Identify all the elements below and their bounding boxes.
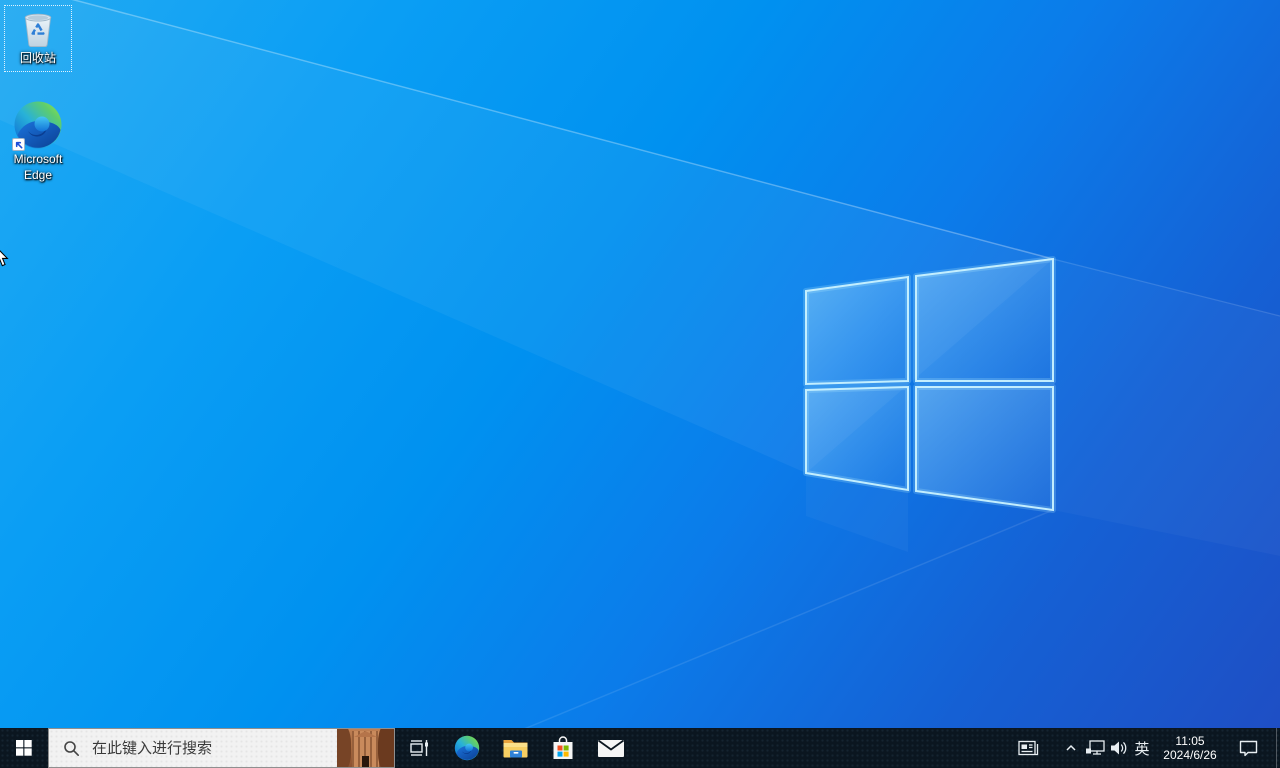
news-icon xyxy=(1017,738,1041,758)
tray-volume-button[interactable] xyxy=(1108,728,1132,768)
edge-label-line1: Microsoft xyxy=(13,152,63,166)
tray-clock[interactable]: 11:05 2024/6/26 xyxy=(1156,728,1224,768)
start-button[interactable] xyxy=(0,728,48,768)
clock-date: 2024/6/26 xyxy=(1163,748,1217,762)
action-center-icon xyxy=(1238,739,1259,757)
tray-network-button[interactable] xyxy=(1084,728,1108,768)
windows-logo-artwork xyxy=(0,0,1280,768)
taskbar-store-button[interactable] xyxy=(539,728,587,768)
task-view-button[interactable] xyxy=(395,728,443,768)
search-input[interactable] xyxy=(90,738,337,758)
desktop-icon-microsoft-edge[interactable]: Microsoft Edge xyxy=(0,100,76,182)
taskbar-search-box[interactable] xyxy=(48,728,395,768)
network-icon xyxy=(1085,739,1107,757)
search-icon xyxy=(63,740,80,757)
volume-icon xyxy=(1110,740,1130,756)
recycle-bin-icon xyxy=(18,9,58,49)
tray-news-button[interactable] xyxy=(1012,728,1046,768)
file-explorer-icon xyxy=(502,736,529,760)
task-view-icon xyxy=(407,736,431,760)
taskbar-edge-button[interactable] xyxy=(443,728,491,768)
tray-hidden-icons-button[interactable] xyxy=(1060,728,1082,768)
tray-language-indicator[interactable]: 英 xyxy=(1130,728,1154,768)
taskbar: 英 11:05 2024/6/26 xyxy=(0,728,1280,768)
edge-label-line2: Edge xyxy=(23,168,53,182)
windows-desktop: 回收站 Microsoft Edge 在此键入进行搜索 英 11:05 2024… xyxy=(0,0,1280,768)
search-highlight-petra-image[interactable] xyxy=(337,729,394,767)
recycle-bin-label: 回收站 xyxy=(19,51,56,65)
language-label: 英 xyxy=(1134,740,1150,758)
taskbar-file-explorer-button[interactable] xyxy=(491,728,539,768)
show-desktop-button[interactable] xyxy=(1276,728,1280,768)
edge-browser-icon xyxy=(454,735,480,761)
clock-time: 11:05 xyxy=(1175,734,1205,748)
mail-icon xyxy=(597,737,625,759)
desktop-wallpaper xyxy=(0,0,1280,768)
desktop-icon-recycle-bin[interactable]: 回收站 xyxy=(4,5,72,72)
start-windows-icon xyxy=(16,740,32,756)
taskbar-mail-button[interactable] xyxy=(587,728,635,768)
microsoft-store-icon xyxy=(551,735,575,762)
chevron-up-icon xyxy=(1064,741,1078,755)
shortcut-arrow-icon xyxy=(12,138,25,151)
mouse-cursor xyxy=(0,247,9,268)
action-center-button[interactable] xyxy=(1228,728,1268,768)
